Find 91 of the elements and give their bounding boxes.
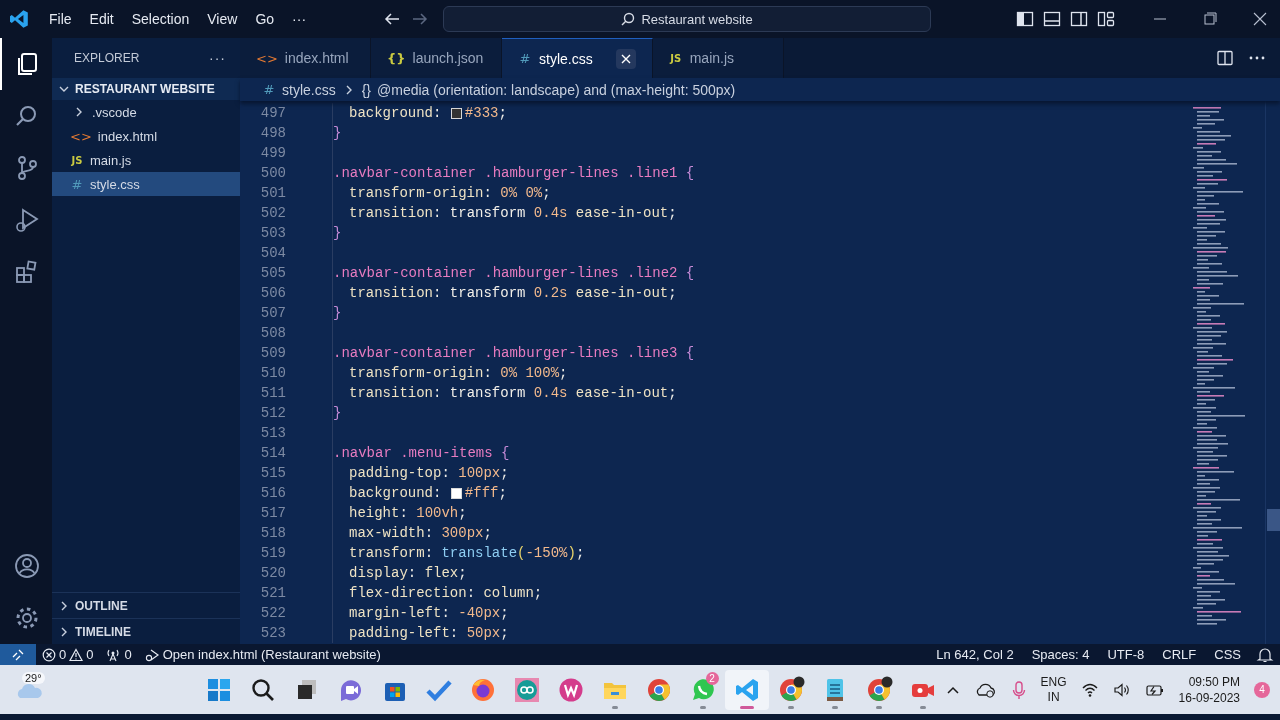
line-number: 511 — [259, 385, 287, 401]
line-number: 503 — [259, 225, 287, 241]
temperature-label: 29° — [22, 671, 45, 684]
code-line: } — [333, 305, 342, 321]
folder-header[interactable]: RESTAURANT WEBSITE — [52, 78, 240, 100]
menu-item[interactable]: File — [40, 7, 81, 31]
code-line: display: flex; — [348, 565, 467, 581]
js-file-icon: JS — [668, 52, 683, 64]
code-line: .navbar-container .hamburger-lines .line3 { — [333, 345, 695, 361]
line-number: 497 — [259, 105, 287, 121]
line-number: 517 — [259, 505, 287, 521]
code-line: transition: transform 0.4s ease-in-out; — [348, 205, 677, 221]
code-line: .navbar .menu-items { — [333, 445, 510, 461]
code-line: .navbar-container .hamburger-lines .line2 { — [333, 265, 695, 281]
code-line: transform-origin: 0% 0%; — [348, 185, 551, 201]
line-number: 498 — [259, 125, 287, 141]
line-number: 504 — [259, 245, 287, 261]
clock[interactable]: 09:50 PM 16-09-2023 — [1178, 673, 1240, 706]
braces-file-icon: {} — [387, 50, 406, 66]
braces-icon: {} — [361, 81, 372, 98]
editor-tab[interactable]: JS main.js — [652, 38, 784, 78]
code-line: } — [333, 125, 342, 141]
code-line: } — [333, 225, 342, 241]
hash-file-icon: # — [518, 51, 532, 66]
line-number: 522 — [259, 605, 287, 621]
menu-item[interactable]: ··· — [283, 7, 316, 31]
hash-file-icon: # — [70, 176, 84, 192]
code-brackets-icon: <> — [70, 128, 92, 144]
breadcrumb-item[interactable]: style.css — [282, 81, 336, 98]
explorer-tree-item[interactable]: <> index.html — [52, 124, 240, 148]
line-number: 506 — [259, 285, 287, 301]
line-number: 512 — [259, 405, 287, 421]
code-line: background: #333; — [348, 105, 507, 121]
command-center-search[interactable]: Restaurant website — [443, 6, 932, 32]
breadcrumb-item[interactable]: @media (orientation: landscape) and (max-height: 500px) — [377, 81, 736, 98]
more-actions-button[interactable]: ··· — [209, 50, 226, 66]
line-number: 523 — [259, 625, 287, 641]
editor-tab[interactable]: {} launch.json — [371, 38, 502, 78]
explorer-tree-item[interactable]: # style.css — [52, 172, 240, 196]
status-item[interactable]: CRLF — [1153, 647, 1206, 662]
code-line: padding-left: 50px; — [348, 625, 509, 641]
line-number: 515 — [259, 465, 287, 481]
code-line: transform-origin: 0% 100%; — [348, 365, 568, 381]
code-line: margin-left: -40px; — [348, 605, 509, 621]
status-item[interactable]: CSS — [1205, 647, 1250, 662]
code-line: padding-top: 100px; — [348, 465, 509, 481]
code-line: height: 100vh; — [348, 505, 467, 521]
menu-item[interactable]: View — [198, 7, 247, 31]
line-number: 519 — [259, 545, 287, 561]
code-line: flex-direction: column; — [348, 585, 543, 601]
js-file-icon: JS — [70, 154, 84, 166]
line-number: 501 — [259, 185, 287, 201]
line-number: 521 — [259, 585, 287, 601]
code-line: max-width: 300px; — [348, 525, 492, 541]
code-line: } — [333, 405, 342, 421]
explorer-title: EXPLORER — [74, 51, 140, 65]
line-number: 510 — [259, 365, 287, 381]
explorer-tree-item[interactable]: JS main.js — [52, 148, 240, 172]
code-brackets-icon: <> — [256, 50, 278, 66]
editor-tab[interactable]: # style.css — [502, 38, 653, 78]
line-number: 499 — [259, 145, 287, 161]
notification-badge: 2 — [705, 671, 719, 685]
line-number: 500 — [259, 165, 287, 181]
line-number: 509 — [259, 345, 287, 361]
ports-status[interactable]: 0 — [99, 647, 138, 662]
line-number: 520 — [259, 565, 287, 581]
hash-file-icon: # — [262, 82, 276, 97]
menu-item[interactable]: Selection — [122, 7, 199, 31]
live-server-status[interactable]: Open index.html (Restaurant website) — [137, 647, 387, 662]
line-number: 518 — [259, 525, 287, 541]
line-number: 513 — [259, 425, 287, 441]
line-number: 505 — [259, 265, 287, 281]
code-line: transition: transform 0.4s ease-in-out; — [348, 385, 677, 401]
problems-status[interactable]: 0 0 — [36, 647, 100, 662]
line-number: 502 — [259, 205, 287, 221]
menu-item[interactable]: Edit — [80, 7, 123, 31]
menu-item[interactable]: Go — [246, 7, 284, 31]
code-line: transition: transform 0.2s ease-in-out; — [348, 285, 677, 301]
editor-tab[interactable]: <> index.html — [240, 38, 371, 78]
line-number: 507 — [259, 305, 287, 321]
status-item[interactable]: Ln 642, Col 2 — [927, 647, 1023, 662]
folder-tree-item[interactable]: .vscode — [52, 100, 240, 124]
status-item[interactable]: Spaces: 4 — [1022, 647, 1099, 662]
line-number: 516 — [259, 485, 287, 501]
code-line: background: #fff; — [348, 485, 507, 501]
code-line: .navbar-container .hamburger-lines .line1 { — [333, 165, 695, 181]
input-language[interactable]: ENG IN — [1040, 674, 1067, 705]
code-line: transform: translate(-150%); — [348, 545, 585, 561]
line-number: 508 — [259, 325, 287, 341]
status-item[interactable]: UTF-8 — [1098, 647, 1154, 662]
line-number: 514 — [259, 445, 287, 461]
